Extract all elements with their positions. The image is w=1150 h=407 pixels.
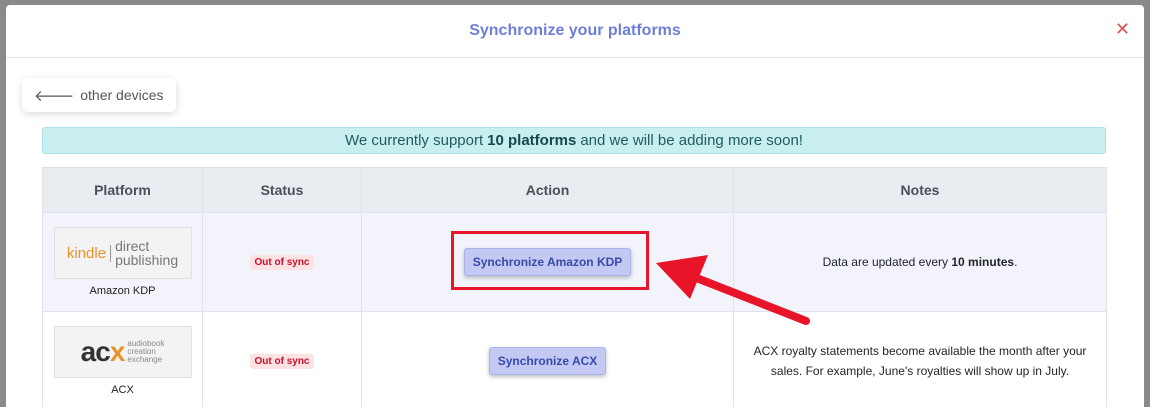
banner-suffix: and we will be adding more soon!	[580, 132, 803, 149]
platform-name: ACX	[111, 384, 134, 396]
table-row-acx: acx audiobook creation exchange ACX Out …	[42, 311, 1107, 407]
sync-platforms-modal: Synchronize your platforms ✕ 🡐 other dev…	[6, 5, 1144, 407]
table-row-amazon-kdp: kindle direct publishing Amazon KDP Out …	[42, 212, 1107, 312]
action-cell: Synchronize Amazon KDP	[361, 212, 734, 312]
kdp-logo-line2: publishing	[115, 252, 179, 268]
close-icon[interactable]: ✕	[1115, 19, 1130, 39]
banner-prefix: We currently support	[345, 132, 484, 149]
kdp-note-bold: 10 minutes	[951, 255, 1015, 269]
header-notes: Notes	[733, 167, 1107, 213]
synchronize-acx-button[interactable]: Synchronize ACX	[488, 347, 607, 375]
modal-title: Synchronize your platforms	[469, 22, 681, 39]
synchronize-amazon-kdp-button[interactable]: Synchronize Amazon KDP	[463, 248, 632, 276]
status-cell: Out of sync	[202, 212, 362, 312]
arrow-left-icon: 🡐	[34, 87, 75, 105]
kdp-note: Data are updated every 10 minutes.	[735, 252, 1105, 272]
action-cell: Synchronize ACX	[361, 311, 734, 407]
platforms-info-banner: We currently support 10 platforms and we…	[42, 127, 1106, 154]
notes-cell: ACX royalty statements become available …	[733, 311, 1107, 407]
header-action: Action	[361, 167, 734, 213]
acx-logo: acx audiobook creation exchange	[53, 326, 192, 378]
kdp-logo: kindle direct publishing	[53, 227, 192, 279]
platforms-table: Platform Status Action Notes kindle dire…	[42, 167, 1107, 407]
acx-logo-x: x	[109, 336, 126, 367]
kdp-note-suffix: .	[1014, 255, 1018, 269]
acx-logo-main: ac	[80, 336, 111, 367]
status-cell: Out of sync	[202, 311, 362, 407]
header-platform: Platform	[42, 167, 203, 213]
acx-note: ACX royalty statements become available …	[753, 344, 1087, 378]
kdp-note-prefix: Data are updated every	[822, 255, 949, 269]
other-devices-button[interactable]: 🡐 other devices	[22, 78, 176, 112]
header-status: Status	[202, 167, 362, 213]
modal-header: Synchronize your platforms ✕	[6, 5, 1144, 58]
platform-cell: kindle direct publishing Amazon KDP	[42, 212, 203, 312]
platform-name: Amazon KDP	[89, 285, 156, 297]
kdp-logo-kindle: kindle	[67, 244, 112, 262]
status-badge: Out of sync	[250, 354, 314, 369]
banner-highlight: 10 platforms	[487, 132, 577, 149]
table-header-row: Platform Status Action Notes	[42, 167, 1107, 213]
notes-cell: Data are updated every 10 minutes.	[733, 212, 1107, 312]
platform-cell: acx audiobook creation exchange ACX	[42, 311, 203, 407]
status-badge: Out of sync	[250, 255, 314, 270]
other-devices-label: other devices	[80, 87, 164, 103]
acx-logo-line3: exchange	[127, 355, 163, 364]
